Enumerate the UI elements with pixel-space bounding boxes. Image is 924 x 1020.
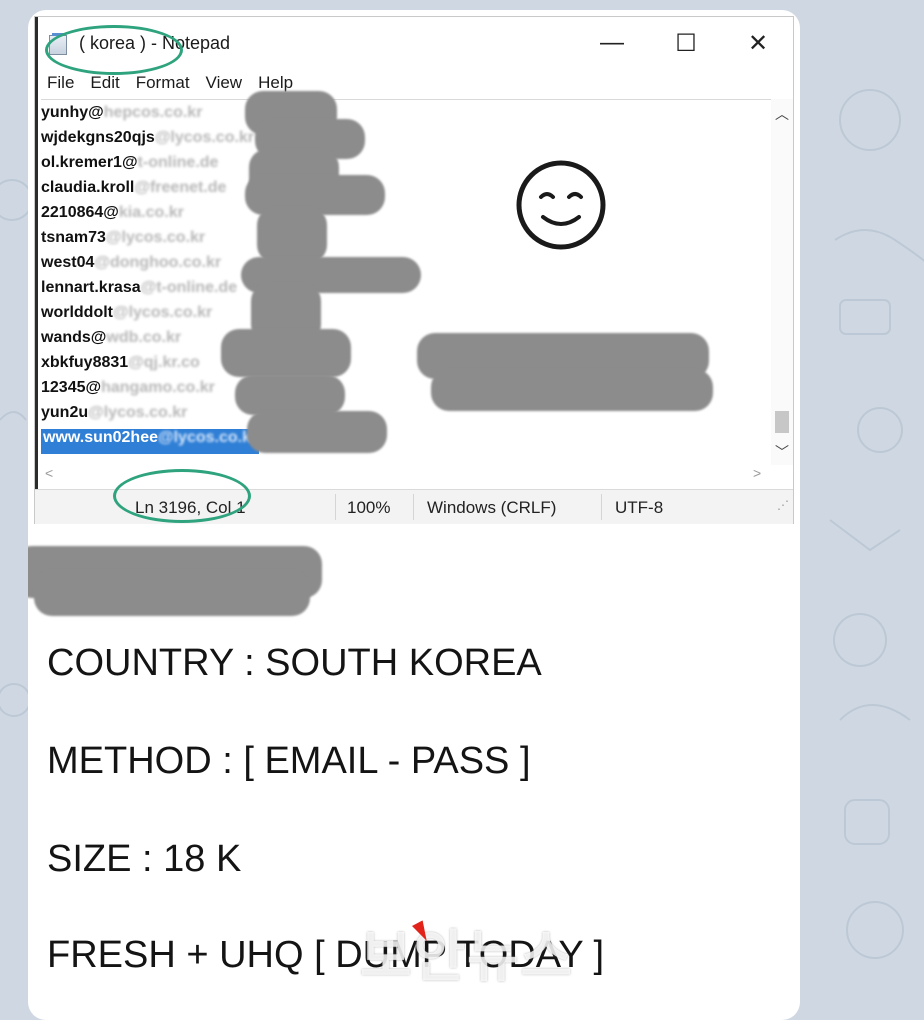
- editor-line: ol.kremer1@t-online.de: [41, 154, 219, 171]
- menu-edit[interactable]: Edit: [88, 73, 121, 97]
- editor-line: west04@donghoo.co.kr: [41, 254, 222, 271]
- resize-grip-icon[interactable]: ⋰: [777, 498, 789, 522]
- editor-line: wands@wdb.co.kr: [41, 329, 182, 346]
- close-button[interactable]: ✕: [735, 25, 781, 61]
- message-method: METHOD : [ EMAIL - PASS ]: [47, 740, 531, 782]
- editor-line: 12345@hangamo.co.kr: [41, 379, 215, 396]
- redaction-mark: [34, 570, 310, 616]
- notepad-window: ( korea ) - Notepad — ☐ ✕ File Edit Form…: [34, 16, 794, 524]
- menu-format[interactable]: Format: [134, 73, 192, 97]
- editor-line: 2210864@kia.co.kr: [41, 204, 184, 221]
- watermark: 보안뉴스: [360, 925, 575, 990]
- line-ending: Windows (CRLF): [427, 498, 557, 517]
- editor-line: claudia.kroll@freenet.de: [41, 179, 227, 196]
- vertical-scrollbar[interactable]: ︿ ﹀: [771, 99, 793, 465]
- menu-file[interactable]: File: [45, 73, 76, 97]
- smiley-face-icon: [516, 160, 606, 250]
- scroll-up-icon[interactable]: ︿: [771, 103, 793, 125]
- menu-view[interactable]: View: [204, 73, 245, 97]
- redaction-mark: [247, 411, 387, 453]
- annotation-circle-title: [45, 25, 183, 75]
- editor-line: tsnam73@lycos.co.kr: [41, 229, 206, 246]
- scroll-right-icon[interactable]: >: [753, 465, 761, 481]
- scroll-left-icon[interactable]: <: [45, 465, 53, 481]
- editor-line: lennart.krasa@t-online.de: [41, 279, 238, 296]
- redaction-mark: [221, 329, 351, 377]
- message-size: SIZE : 18 K: [47, 838, 242, 880]
- encoding: UTF-8: [615, 498, 664, 517]
- editor-line: yun2u@lycos.co.kr: [41, 404, 188, 421]
- editor-line: yunhy@hepcos.co.kr: [41, 104, 203, 121]
- editor-line-selected: www.sun02hee@lycos.co.kr: [41, 429, 260, 454]
- zoom-level: 100%: [347, 498, 391, 517]
- annotation-circle-line-count: [113, 469, 251, 523]
- chat-message-card: ( korea ) - Notepad — ☐ ✕ File Edit Form…: [28, 10, 800, 1020]
- status-divider: [413, 494, 414, 520]
- window-edge: [35, 17, 38, 523]
- editor-line: wjdekgns20qjs@lycos.co.kr: [41, 129, 255, 146]
- scroll-thumb[interactable]: [775, 411, 789, 433]
- minimize-button[interactable]: —: [589, 25, 635, 61]
- redaction-mark: [257, 207, 327, 263]
- redaction-mark: [431, 369, 713, 411]
- status-divider: [335, 494, 336, 520]
- status-divider: [601, 494, 602, 520]
- editor-line: xbkfuy8831@qj.kr.co: [41, 354, 200, 371]
- scroll-down-icon[interactable]: ﹀: [771, 441, 793, 463]
- redaction-mark: [235, 375, 345, 415]
- maximize-button[interactable]: ☐: [663, 25, 709, 61]
- editor-line: worlddolt@lycos.co.kr: [41, 304, 213, 321]
- message-country: COUNTRY : SOUTH KOREA: [47, 642, 542, 684]
